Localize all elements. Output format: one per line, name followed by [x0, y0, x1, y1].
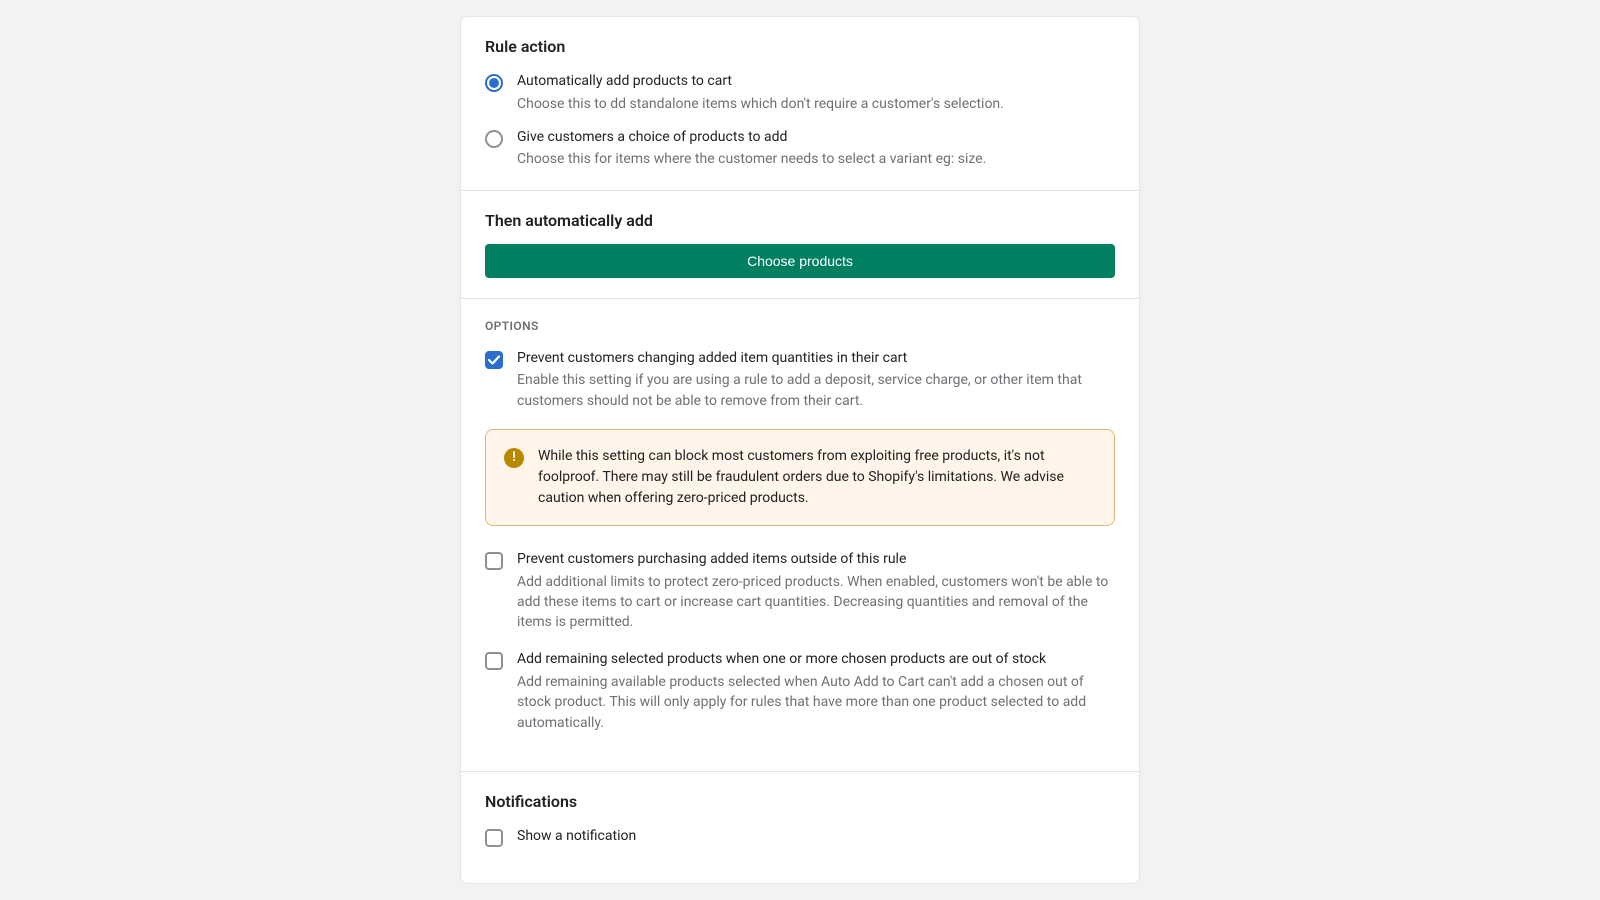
- warning-banner: ! While this setting can block most cust…: [485, 429, 1115, 526]
- checkbox-input-prevent-qty[interactable]: [485, 351, 503, 369]
- checkbox-label: Show a notification: [517, 827, 1115, 847]
- radio-input-auto-add[interactable]: [485, 74, 503, 92]
- radio-customer-choice[interactable]: Give customers a choice of products to a…: [485, 128, 1115, 170]
- notifications-section: Notifications Show a notification: [461, 771, 1139, 867]
- checkbox-prevent-outside-purchase[interactable]: Prevent customers purchasing added items…: [485, 550, 1115, 632]
- checkbox-show-notification[interactable]: Show a notification: [485, 827, 1115, 847]
- check-icon: [487, 353, 501, 367]
- then-add-section: Then automatically add Choose products: [461, 190, 1139, 298]
- options-heading: OPTIONS: [485, 319, 1115, 333]
- checkbox-input-show-notification[interactable]: [485, 829, 503, 847]
- checkbox-label: Prevent customers changing added item qu…: [517, 349, 1115, 369]
- checkbox-input-prevent-outside[interactable]: [485, 552, 503, 570]
- radio-description: Choose this for items where the customer…: [517, 149, 1115, 169]
- rule-action-title: Rule action: [485, 37, 1115, 56]
- then-add-title: Then automatically add: [485, 211, 1115, 230]
- notifications-title: Notifications: [485, 792, 1115, 811]
- checkbox-add-remaining-oos[interactable]: Add remaining selected products when one…: [485, 650, 1115, 732]
- checkbox-label: Add remaining selected products when one…: [517, 650, 1115, 670]
- warning-text: While this setting can block most custom…: [538, 446, 1096, 509]
- radio-label: Automatically add products to cart: [517, 72, 1115, 92]
- warning-icon: !: [504, 448, 524, 468]
- checkbox-prevent-qty-change[interactable]: Prevent customers changing added item qu…: [485, 349, 1115, 411]
- options-section: OPTIONS Prevent customers changing added…: [461, 298, 1139, 771]
- checkbox-label: Prevent customers purchasing added items…: [517, 550, 1115, 570]
- radio-description: Choose this to dd standalone items which…: [517, 94, 1115, 114]
- settings-card: Rule action Automatically add products t…: [460, 16, 1140, 884]
- radio-auto-add[interactable]: Automatically add products to cart Choos…: [485, 72, 1115, 114]
- rule-action-section: Rule action Automatically add products t…: [461, 17, 1139, 190]
- choose-products-button[interactable]: Choose products: [485, 244, 1115, 278]
- checkbox-description: Enable this setting if you are using a r…: [517, 370, 1115, 411]
- radio-input-customer-choice[interactable]: [485, 130, 503, 148]
- checkbox-input-add-remaining[interactable]: [485, 652, 503, 670]
- checkbox-description: Add additional limits to protect zero-pr…: [517, 572, 1115, 633]
- radio-label: Give customers a choice of products to a…: [517, 128, 1115, 148]
- checkbox-description: Add remaining available products selecte…: [517, 672, 1115, 733]
